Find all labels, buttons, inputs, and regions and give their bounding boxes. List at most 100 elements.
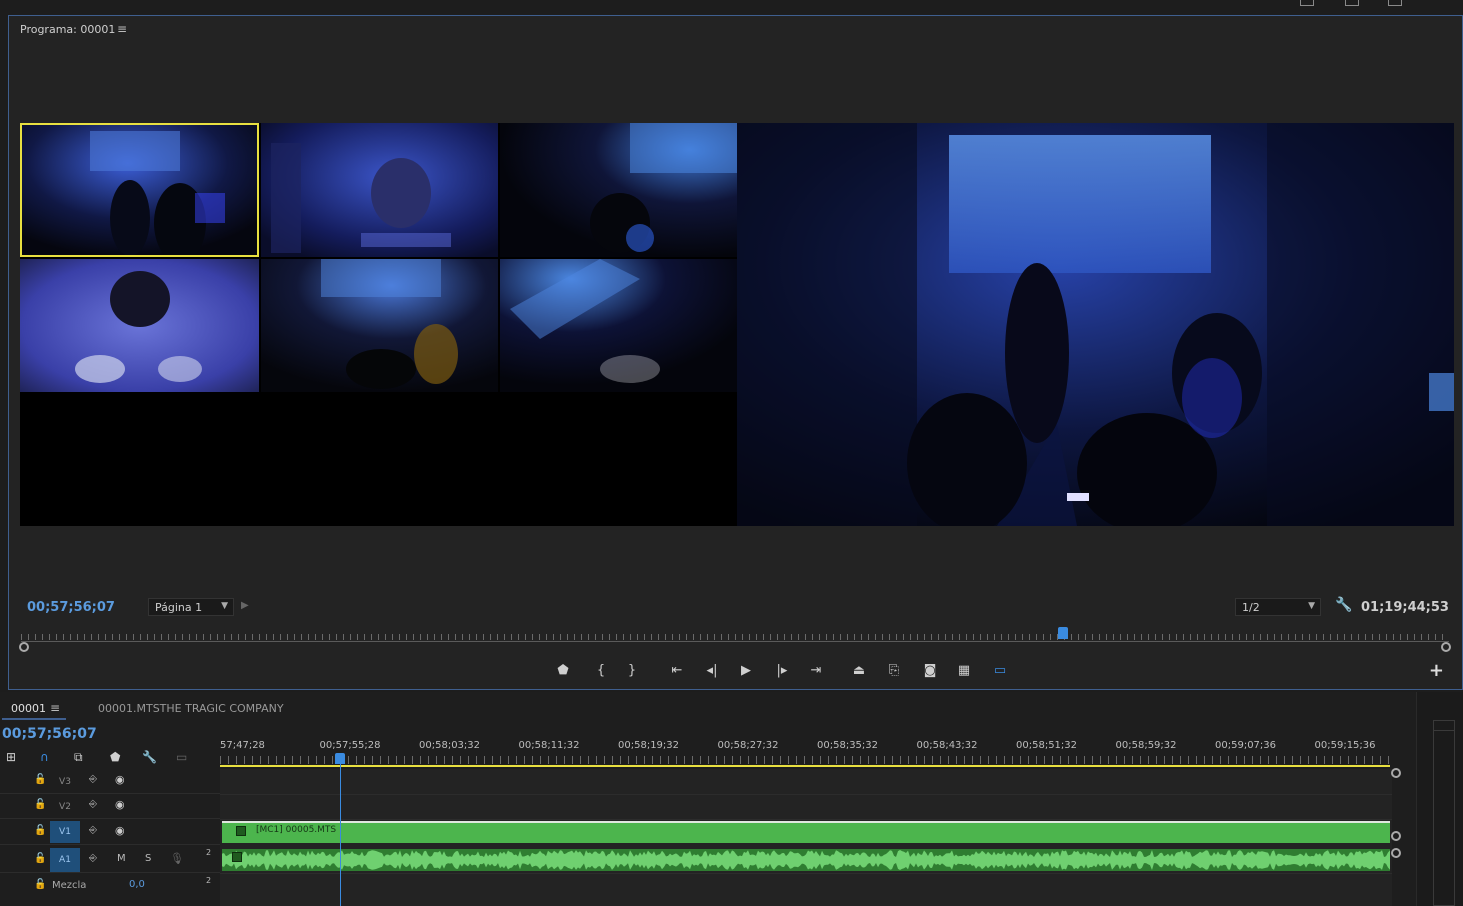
lock-icon[interactable]: 🔓 bbox=[34, 774, 46, 785]
program-preview-frame bbox=[737, 123, 1454, 526]
timeline-settings-wrench-icon[interactable]: 🔧 bbox=[142, 750, 157, 764]
ruler-label: 00;59;07;36 bbox=[1215, 740, 1277, 751]
step-forward-button[interactable]: |▸ bbox=[772, 661, 792, 681]
captions-icon[interactable]: ▭ bbox=[176, 750, 187, 764]
scrollbar-handle[interactable] bbox=[1391, 848, 1401, 858]
video-clip[interactable]: [MC1] 00005.MTS bbox=[222, 821, 1390, 843]
camera-2-frame bbox=[261, 123, 498, 257]
program-playhead[interactable] bbox=[1058, 627, 1069, 639]
add-marker-button[interactable]: ⬟ bbox=[553, 661, 573, 681]
play-icon: ▶ bbox=[741, 663, 751, 678]
timeline-ruler-labels[interactable]: 57;47;28 00;57;55;28 00;58;03;32 00;58;11;3… bbox=[220, 740, 1395, 754]
step-back-button[interactable]: ◂| bbox=[702, 661, 722, 681]
track-header-mix: 🔓 Mezcla 0,0 2 bbox=[0, 873, 220, 897]
scrollbar-left-handle[interactable] bbox=[19, 642, 29, 652]
toggle-sync-icon[interactable]: ⎆ bbox=[89, 853, 97, 864]
ruler-label: 00;58;19;32 bbox=[618, 740, 680, 751]
work-area-bar[interactable] bbox=[220, 765, 1390, 767]
chevron-down-icon: ▼ bbox=[221, 601, 228, 611]
tracks-area[interactable]: [MC1] 00005.MTS bbox=[220, 769, 1392, 906]
audio-channels: 2 bbox=[206, 848, 212, 857]
linked-selection-icon[interactable]: ⧉ bbox=[74, 750, 83, 765]
resolution-select-value: 1/2 bbox=[1242, 601, 1260, 614]
audio-clip[interactable] bbox=[222, 849, 1390, 871]
camera-angle-6[interactable] bbox=[500, 259, 737, 392]
track-name[interactable]: V2 bbox=[50, 796, 80, 818]
resolution-select[interactable]: 1/2 ▼ bbox=[1235, 598, 1321, 616]
multi-camera-toggle-button[interactable]: ▦ bbox=[954, 661, 974, 681]
mix-value[interactable]: 0,0 bbox=[129, 879, 145, 890]
toggle-sync-icon[interactable]: ⎆ bbox=[89, 799, 97, 810]
track-header-v1[interactable]: 🔓 V1 ⎆ ◉ bbox=[0, 819, 220, 845]
page-select-value: Página 1 bbox=[155, 601, 203, 614]
mark-out-button[interactable]: } bbox=[622, 661, 642, 681]
button-editor-plus-button[interactable]: + bbox=[1429, 661, 1444, 681]
toggle-sync-icon[interactable]: ⎆ bbox=[89, 774, 97, 785]
multicam-viewer[interactable] bbox=[20, 123, 1454, 526]
workspace-icon[interactable] bbox=[1345, 0, 1359, 6]
eye-icon[interactable]: ◉ bbox=[115, 824, 125, 837]
solo-button[interactable]: S bbox=[145, 853, 151, 864]
snap-magnet-icon[interactable]: ∩ bbox=[40, 750, 49, 764]
timeline-current-timecode[interactable]: 00;57;56;07 bbox=[2, 726, 97, 742]
page-next-icon[interactable]: ▶ bbox=[241, 600, 249, 611]
program-time-ruler[interactable] bbox=[21, 628, 1449, 642]
hamburger-menu-icon[interactable]: ≡ bbox=[117, 22, 127, 36]
mute-button[interactable]: M bbox=[117, 853, 126, 864]
track-header-v3[interactable]: 🔓 V3 ⎆ ◉ bbox=[0, 769, 220, 794]
track-name[interactable]: V3 bbox=[50, 771, 80, 793]
eye-icon[interactable]: ◉ bbox=[115, 773, 125, 786]
tab-sequence[interactable]: 00001 bbox=[11, 702, 46, 715]
eye-icon[interactable]: ◉ bbox=[115, 798, 125, 811]
go-to-in-button[interactable]: ⇤ bbox=[667, 661, 687, 681]
step-forward-icon: |▸ bbox=[776, 663, 788, 678]
track-divider bbox=[220, 819, 1392, 820]
toggle-sync-icon[interactable]: ⎆ bbox=[89, 825, 97, 836]
track-name[interactable]: A1 bbox=[50, 848, 80, 872]
track-header-v2[interactable]: 🔓 V2 ⎆ ◉ bbox=[0, 794, 220, 819]
program-preview[interactable] bbox=[737, 123, 1454, 526]
insert-nest-icon[interactable]: ⊞ bbox=[6, 750, 16, 764]
workspace-icon[interactable] bbox=[1300, 0, 1314, 6]
hamburger-menu-icon[interactable]: ≡ bbox=[50, 701, 60, 715]
timeline-playhead[interactable] bbox=[335, 753, 345, 764]
lock-icon[interactable]: 🔓 bbox=[34, 853, 46, 864]
mark-in-icon: { bbox=[596, 663, 606, 678]
lift-button[interactable]: ⏏ bbox=[849, 661, 869, 681]
waveform-path bbox=[222, 850, 1390, 870]
extract-button[interactable]: ⎘ bbox=[884, 661, 904, 681]
lock-icon[interactable]: 🔓 bbox=[34, 799, 46, 810]
add-marker-icon[interactable]: ⬟ bbox=[110, 750, 120, 764]
program-zoom-scrollbar[interactable] bbox=[19, 642, 1451, 652]
workspace-icon[interactable] bbox=[1388, 0, 1402, 6]
camera-angle-3[interactable] bbox=[500, 123, 737, 257]
tab-source-sequence[interactable]: 00001.MTSTHE TRAGIC COMPANY bbox=[98, 702, 284, 715]
marker-icon: ⬟ bbox=[557, 663, 569, 678]
timeline-ruler-ticks[interactable] bbox=[220, 756, 1390, 764]
camera-angle-2[interactable] bbox=[261, 123, 498, 257]
program-monitor-title[interactable]: Programa: 00001 bbox=[20, 23, 115, 36]
timeline-vertical-scrollbar[interactable] bbox=[1390, 767, 1404, 906]
microphone-icon[interactable]: 🎙 bbox=[170, 852, 184, 865]
timeline-panel: 00001 ≡ 00001.MTSTHE TRAGIC COMPANY 00;5… bbox=[0, 692, 1463, 906]
track-divider bbox=[220, 794, 1392, 795]
scrollbar-handle[interactable] bbox=[1391, 768, 1401, 778]
go-to-out-button[interactable]: ⇥ bbox=[806, 661, 826, 681]
lock-icon[interactable]: 🔓 bbox=[34, 879, 46, 890]
page-select[interactable]: Página 1 ▼ bbox=[148, 598, 234, 616]
export-frame-button[interactable]: ◙ bbox=[920, 661, 940, 681]
camera-angle-4[interactable] bbox=[20, 259, 259, 392]
scrollbar-handle[interactable] bbox=[1391, 831, 1401, 841]
track-name[interactable]: V1 bbox=[50, 821, 80, 843]
camera-angle-1[interactable] bbox=[20, 123, 259, 257]
play-button[interactable]: ▶ bbox=[736, 661, 756, 681]
comparison-icon: ▭ bbox=[993, 663, 1007, 678]
lock-icon[interactable]: 🔓 bbox=[34, 825, 46, 836]
track-header-a1[interactable]: 🔓 A1 ⎆ M S 🎙 2 bbox=[0, 845, 220, 873]
comparison-view-button[interactable]: ▭ bbox=[990, 661, 1010, 681]
camera-angle-5[interactable] bbox=[261, 259, 498, 392]
settings-wrench-icon[interactable]: 🔧 bbox=[1335, 597, 1352, 613]
scrollbar-right-handle[interactable] bbox=[1441, 642, 1451, 652]
mark-in-button[interactable]: { bbox=[591, 661, 611, 681]
program-current-timecode[interactable]: 00;57;56;07 bbox=[27, 600, 115, 615]
